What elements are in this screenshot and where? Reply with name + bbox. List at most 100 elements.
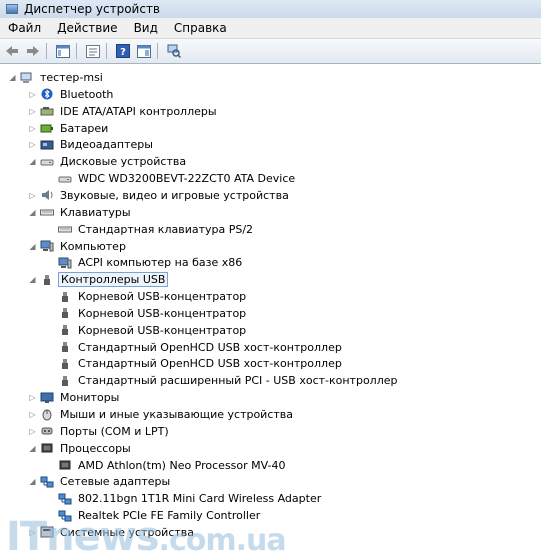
tree-item-label: Порты (COM и LPT) (60, 424, 169, 438)
collapse-arrow-icon[interactable]: ◢ (28, 208, 37, 217)
tree-item[interactable]: ▷ IDE ATA/ATAPI контроллеры (28, 103, 219, 120)
tree-item-label: Сетевые адаптеры (60, 475, 171, 489)
network-adapter-icon (58, 493, 72, 505)
tree-item[interactable]: AMD Athlon(tm) Neo Processor MV-40 (58, 457, 288, 474)
usb-icon (58, 358, 72, 370)
tree-item[interactable]: ▷ Мыши и иные указывающие устройства (28, 406, 295, 423)
tree-item[interactable]: ▷ Батареи (28, 120, 110, 137)
tree-item-label: Корневой USB-концентратор (78, 323, 247, 337)
back-button[interactable] (3, 42, 21, 60)
usb-icon (58, 307, 72, 319)
menu-file[interactable]: Файл (0, 18, 49, 38)
properties-button[interactable] (84, 42, 102, 60)
device-manager-icon (6, 4, 18, 14)
display-adapter-icon (40, 139, 54, 151)
expand-arrow-icon[interactable]: ▷ (28, 140, 37, 149)
expand-arrow-icon[interactable]: ▷ (28, 393, 37, 402)
tree-item[interactable]: Стандартная клавиатура PS/2 (58, 221, 255, 238)
collapse-arrow-icon[interactable]: ◢ (28, 444, 37, 453)
processor-icon (58, 459, 72, 471)
window-title: Диспетчер устройств (24, 2, 161, 16)
svg-text:?: ? (120, 47, 126, 58)
sound-icon (40, 189, 54, 201)
battery-icon (40, 122, 54, 134)
tree-item-label: IDE ATA/ATAPI контроллеры (60, 104, 217, 118)
expand-arrow-icon[interactable]: ▷ (28, 124, 37, 133)
usb-icon (58, 291, 72, 303)
tree-item[interactable]: ◢ Контроллеры USB (28, 271, 169, 288)
tree-item[interactable]: ◢ Компьютер (28, 238, 128, 255)
tree-item[interactable]: ACPI компьютер на базе x86 (58, 254, 244, 271)
tree-item[interactable]: Корневой USB-концентратор (58, 305, 248, 322)
tree-item[interactable]: 802.11bgn 1T1R Mini Card Wireless Adapte… (58, 490, 323, 507)
tree-item[interactable]: ◢ Дисковые устройства (28, 153, 188, 170)
expand-arrow-icon[interactable]: ▷ (28, 107, 37, 116)
watermark-suffix: .com.ua (158, 523, 287, 558)
collapse-arrow-icon[interactable]: ◢ (8, 73, 17, 82)
expand-arrow-icon[interactable]: ▷ (28, 410, 37, 419)
scan-hardware-button[interactable] (165, 42, 183, 60)
menu-action[interactable]: Действие (49, 18, 125, 38)
expand-arrow-icon[interactable]: ▷ (28, 427, 37, 436)
network-adapter-icon (40, 476, 54, 488)
processor-icon (40, 442, 54, 454)
tree-item[interactable]: WDC WD3200BEVT-22ZCT0 ATA Device (58, 170, 297, 187)
device-tree: ◢ тестер-msi ▷ Bluetooth ▷ IDE ATA/ATAPI конт… (0, 64, 541, 560)
back-icon (6, 46, 18, 56)
menu-bar: Файл Действие Вид Справка (0, 18, 541, 39)
tree-item[interactable]: Корневой USB-концентратор (58, 322, 248, 339)
expand-arrow-icon[interactable]: ▷ (28, 191, 37, 200)
properties-icon (86, 44, 100, 58)
tree-item-label: Дисковые устройства (60, 155, 187, 169)
tree-item[interactable]: ▷ Видеоадаптеры (28, 136, 155, 153)
tree-item-label: тестер-msi (40, 71, 103, 84)
watermark-main: ITnews (6, 514, 160, 560)
port-icon (40, 425, 54, 437)
tree-item[interactable]: ▷ Мониторы (28, 389, 121, 406)
show-hide-button[interactable] (135, 42, 153, 60)
usb-icon (58, 375, 72, 387)
tree-item[interactable]: ◢ Сетевые адаптеры (28, 473, 172, 490)
tree-item-label: AMD Athlon(tm) Neo Processor MV-40 (78, 458, 286, 472)
toolbar-separator (76, 43, 77, 59)
tree-item-label: ACPI компьютер на базе x86 (78, 256, 243, 270)
tree-item[interactable]: ◢ Клавиатуры (28, 204, 133, 221)
forward-button[interactable] (24, 42, 42, 60)
collapse-arrow-icon[interactable]: ◢ (28, 275, 37, 284)
tree-item-label: 802.11bgn 1T1R Mini Card Wireless Adapte… (78, 492, 322, 506)
tree-item-label: WDC WD3200BEVT-22ZCT0 ATA Device (78, 172, 296, 186)
tree-item-label: Стандартный OpenHCD USB хост-контроллер (78, 340, 342, 354)
console-tree-button[interactable] (54, 42, 72, 60)
help-icon: ? (116, 44, 130, 58)
keyboard-icon (40, 206, 54, 218)
tree-item[interactable]: ◢ Процессоры (28, 440, 133, 457)
collapse-arrow-icon[interactable]: ◢ (28, 157, 37, 166)
tree-item-label: Компьютер (60, 239, 126, 253)
tree-item-label: Контроллеры USB (58, 272, 169, 288)
tree-item[interactable]: ▷ Порты (COM и LPT) (28, 423, 171, 440)
itnews-watermark: ITnews.com.ua (6, 514, 287, 560)
tree-item[interactable]: ▷ Звуковые, видео и игровые устройства (28, 187, 291, 204)
disk-drive-icon (58, 173, 72, 185)
collapse-arrow-icon[interactable]: ◢ (28, 242, 37, 251)
forward-icon (27, 46, 39, 56)
expand-arrow-icon[interactable]: ▷ (28, 90, 37, 99)
menu-help[interactable]: Справка (166, 18, 235, 38)
tree-item[interactable]: Стандартный OpenHCD USB хост-контроллер (58, 339, 344, 356)
computer-icon (58, 257, 72, 269)
computer-root-icon (20, 72, 34, 84)
tree-item[interactable]: Корневой USB-концентратор (58, 288, 248, 305)
tree-item-label: Мониторы (60, 391, 120, 405)
tree-item-label: Стандартный OpenHCD USB хост-контроллер (78, 357, 342, 371)
computer-icon (40, 240, 54, 252)
tree-item[interactable]: ◢ тестер-msi (8, 69, 105, 86)
toolbar-separator (157, 43, 158, 59)
help-button[interactable]: ? (114, 42, 132, 60)
usb-icon (58, 324, 72, 336)
menu-view[interactable]: Вид (126, 18, 166, 38)
tree-item-label: Корневой USB-концентратор (78, 306, 247, 320)
tree-item[interactable]: ▷ Bluetooth (28, 86, 115, 103)
tree-item[interactable]: Стандартный расширенный PCI - USB хост-к… (58, 372, 400, 389)
tree-item[interactable]: Стандартный OpenHCD USB хост-контроллер (58, 355, 344, 372)
collapse-arrow-icon[interactable]: ◢ (28, 477, 37, 486)
